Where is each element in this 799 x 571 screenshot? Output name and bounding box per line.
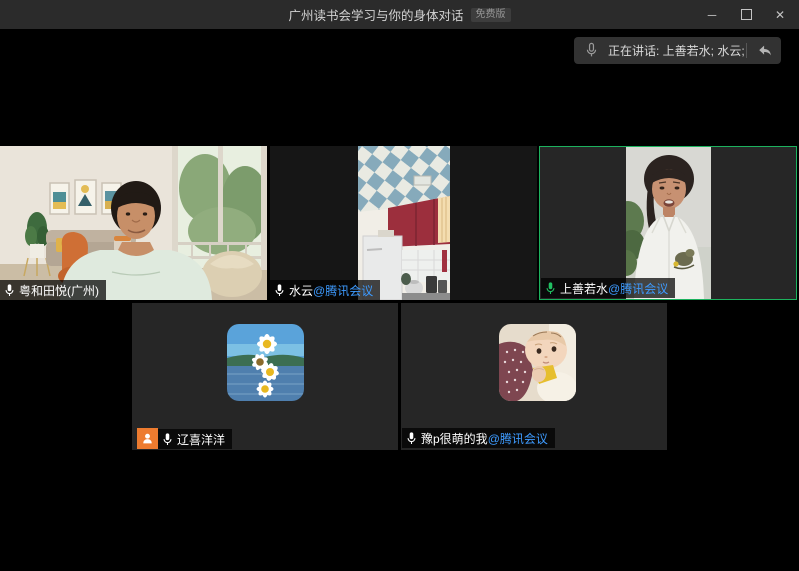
- video-tile-participant-3-active-speaker[interactable]: 上善若水 @腾讯会议: [539, 146, 797, 300]
- video-feed-livingroom: [0, 146, 267, 300]
- collapse-bar-button[interactable]: [746, 43, 781, 58]
- reply-arrow-icon: [757, 44, 772, 57]
- participant-name-tag: 水云 @腾讯会议: [270, 280, 380, 300]
- meeting-title: 广州读书会学习与你的身体对话: [288, 5, 463, 24]
- speaking-indicator-bar[interactable]: 正在讲话: 上善若水; 水云;: [574, 37, 781, 64]
- microphone-icon: [585, 42, 598, 59]
- minimize-icon: ─: [708, 8, 717, 22]
- mic-on-icon: [4, 283, 15, 298]
- speaking-now-text: 正在讲话: 上善若水; 水云;: [608, 42, 746, 59]
- close-button[interactable]: ✕: [763, 0, 797, 29]
- mic-on-icon: [274, 283, 285, 298]
- video-tile-participant-5[interactable]: 豫p很萌的我 @腾讯会议: [401, 303, 667, 450]
- video-tile-participant-4[interactable]: 辽喜洋洋: [132, 303, 398, 450]
- avatar-daisies: [227, 324, 304, 401]
- titlebar: 广州读书会学习与你的身体对话 免费版 ─ ✕: [0, 0, 799, 29]
- participant-name-tag: 辽喜洋洋: [158, 429, 232, 449]
- participant-suffix: @腾讯会议: [313, 282, 373, 299]
- video-feed-kitchen: [358, 146, 450, 300]
- maximize-icon: [741, 9, 752, 20]
- close-icon: ✕: [775, 8, 785, 22]
- video-feed-woman: [626, 147, 711, 299]
- maximize-button[interactable]: [729, 0, 763, 29]
- mic-on-icon: [162, 432, 173, 447]
- avatar-baby: [499, 324, 576, 401]
- participant-name-tag: 上善若水 @腾讯会议: [541, 278, 675, 298]
- meeting-window: 广州读书会学习与你的身体对话 免费版 ─ ✕ 正在讲话: 上善若水; 水云;: [0, 0, 799, 571]
- participant-name: 豫p很萌的我: [421, 430, 488, 447]
- video-tile-participant-1[interactable]: 粤和田悦(广州): [0, 146, 267, 300]
- mic-speaking-icon: [545, 281, 556, 296]
- participant-name: 粤和田悦(广州): [19, 282, 99, 299]
- participant-suffix: @腾讯会议: [488, 430, 548, 447]
- video-tile-participant-2[interactable]: 水云 @腾讯会议: [270, 146, 537, 300]
- participant-suffix: @腾讯会议: [608, 280, 668, 297]
- free-version-badge: 免费版: [471, 8, 511, 22]
- person-silhouette-icon: [141, 432, 154, 445]
- participant-name-tag: 豫p很萌的我 @腾讯会议: [402, 428, 555, 448]
- participant-name: 水云: [289, 282, 313, 299]
- participant-name-tag: 粤和田悦(广州): [0, 280, 106, 300]
- participant-name: 辽喜洋洋: [177, 431, 225, 448]
- host-badge: [137, 428, 158, 449]
- participant-name: 上善若水: [560, 280, 608, 297]
- mic-on-icon: [406, 431, 417, 446]
- minimize-button[interactable]: ─: [695, 0, 729, 29]
